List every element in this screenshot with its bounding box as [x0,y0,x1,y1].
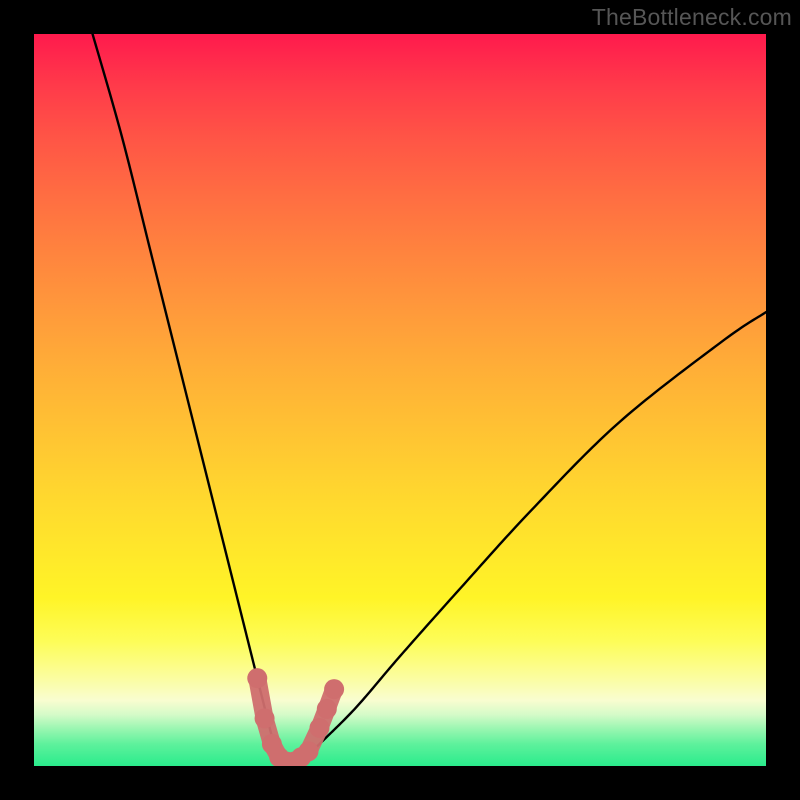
chart-container: TheBottleneck.com [0,0,800,800]
series-group [93,34,766,766]
series-right-branch [290,312,766,766]
marker-dot [309,718,329,738]
marker-group [247,668,344,766]
marker-dot [324,679,344,699]
curve-layer [34,34,766,766]
marker-dot [299,741,319,761]
marker-dot [247,668,267,688]
watermark-text: TheBottleneck.com [592,4,792,31]
marker-dot [255,708,275,728]
plot-area [34,34,766,766]
marker-dot [317,699,337,719]
series-left-branch [93,34,276,751]
